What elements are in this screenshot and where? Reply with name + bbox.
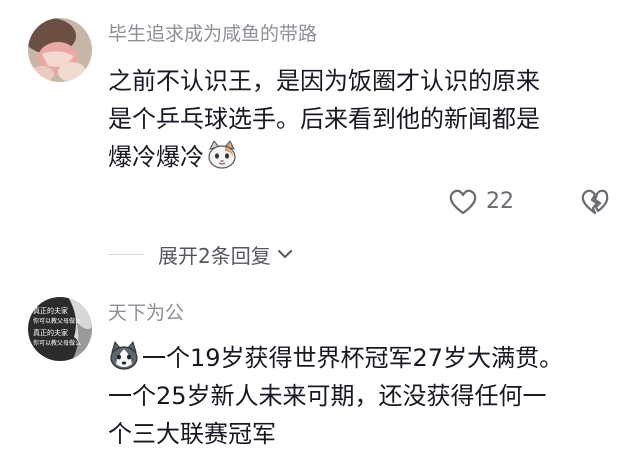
comment-username[interactable]: 天下为公 bbox=[108, 301, 184, 325]
heart-icon[interactable] bbox=[448, 188, 478, 216]
comment-text-line: 个三大联赛冠军 bbox=[108, 420, 276, 448]
avatar-caption: 真正的夫家 bbox=[33, 306, 68, 315]
comment-text: 一个19岁获得世界杯冠军27岁大满贯。 一个25岁新人未来可期，还没获得任何一 … bbox=[108, 339, 608, 453]
comment-text-line: 一个19岁获得世界杯冠军27岁大满贯。 bbox=[108, 339, 608, 377]
comment-username[interactable]: 毕生追求成为咸鱼的带路 bbox=[108, 22, 317, 46]
comment-text: 之前不认识王，是因为饭圈才认识的原来 是个乒乓球选手。后来看到他的新闻都是 爆冷… bbox=[108, 62, 608, 176]
divider bbox=[108, 253, 144, 255]
comment-text-line: 之前不认识王，是因为饭圈才认识的原来 bbox=[108, 67, 540, 95]
avatar-caption: 你可以教父母做么 bbox=[33, 339, 81, 347]
expand-replies-button[interactable]: 展开2条回复 bbox=[108, 240, 293, 268]
comment-text-segment: 一个19岁获得世界杯冠军27岁大满贯。 bbox=[142, 344, 564, 372]
comment-text-segment: 爆冷爆冷 bbox=[108, 143, 204, 171]
comment-list: 毕生追求成为咸鱼的带路 之前不认识王，是因为饭圈才认识的原来 是个乒乓球选手。后… bbox=[0, 0, 640, 465]
avatar-caption: 真正的夫家 bbox=[33, 328, 68, 337]
comment-item: 毕生追求成为咸鱼的带路 之前不认识王，是因为饭圈才认识的原来 是个乒乓球选手。后… bbox=[0, 0, 640, 268]
like-count: 22 bbox=[486, 189, 514, 214]
comment-text-line: 是个乒乓球选手。后来看到他的新闻都是 bbox=[108, 105, 540, 133]
chevron-down-icon bbox=[277, 250, 292, 258]
expand-replies-label: 展开2条回复 bbox=[158, 243, 271, 268]
avatar[interactable] bbox=[28, 18, 92, 82]
comment-actions: 22 bbox=[400, 186, 640, 218]
avatar-caption: 你可以教父母做么 bbox=[33, 317, 81, 325]
avatar[interactable]: 真正的夫家 你可以教父母做么 真正的夫家 你可以教父母做么 bbox=[28, 297, 92, 361]
cat-emoji-icon bbox=[208, 140, 236, 169]
broken-heart-icon[interactable] bbox=[580, 188, 610, 216]
comment-item: 真正的夫家 你可以教父母做么 真正的夫家 你可以教父母做么 天下为公 一个19岁… bbox=[0, 285, 640, 465]
husky-emoji-icon bbox=[110, 340, 138, 370]
comment-text-line: 爆冷爆冷 bbox=[108, 138, 608, 176]
comment-text-line: 一个25岁新人未来可期，还没获得任何一 bbox=[108, 382, 547, 410]
